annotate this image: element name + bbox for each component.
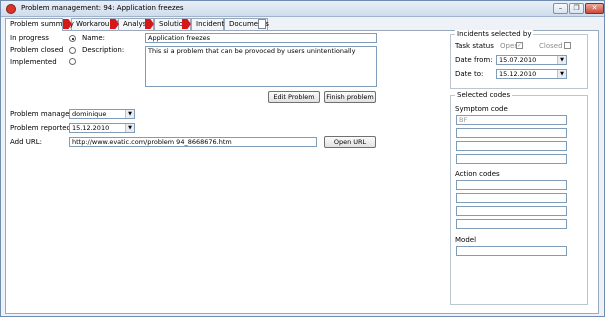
selected-codes-group: Selected codes Symptom code BF Action co… <box>450 91 588 305</box>
status-closed-radio[interactable] <box>69 47 76 54</box>
symptom-code-field-2[interactable] <box>456 128 567 138</box>
problem-manager-label: Problem manager <box>10 110 73 118</box>
incidents-filter-group: Incidents selected by Task status Open ✓… <box>450 30 588 89</box>
date-to-label: Date to: <box>455 70 484 78</box>
action-code-field-1[interactable] <box>456 180 567 190</box>
url-field[interactable]: http://www.evatic.com/problem 94_8668676… <box>69 137 317 147</box>
status-closed-label: Problem closed <box>10 46 64 54</box>
model-label: Model <box>455 236 477 244</box>
model-field[interactable] <box>456 246 567 256</box>
name-field[interactable]: Application freezes <box>145 33 377 43</box>
date-from-value: 15.07.2010 <box>499 56 537 64</box>
tab-problem-summary[interactable]: Problem summary <box>5 18 74 31</box>
status-in-progress-radio[interactable] <box>69 35 76 42</box>
date-from-label: Date from: <box>455 56 493 64</box>
date-from-picker[interactable]: 15.07.2010 ▼ <box>496 55 567 65</box>
minimize-button[interactable]: – <box>553 3 568 14</box>
page-icon <box>258 19 266 29</box>
problem-management-window: Problem management: 94: Application free… <box>0 0 605 317</box>
app-logo-icon <box>6 4 16 14</box>
problem-manager-value: dominique <box>72 110 107 118</box>
task-status-label: Task status <box>455 42 494 50</box>
closed-checkbox[interactable] <box>564 42 571 49</box>
window-title: Problem management: 94: Application free… <box>21 4 184 12</box>
action-code-field-2[interactable] <box>456 193 567 203</box>
closed-label: Closed <box>539 42 563 50</box>
status-in-progress-label: In progress <box>10 34 49 42</box>
problem-manager-select[interactable]: dominique ▼ <box>69 109 135 119</box>
chevron-down-icon[interactable]: ▼ <box>125 110 134 118</box>
date-to-picker[interactable]: 15.12.2010 ▼ <box>496 69 567 79</box>
symptom-code-field-4[interactable] <box>456 154 567 164</box>
date-to-value: 15.12.2010 <box>499 70 537 78</box>
problem-reported-date[interactable]: 15.12.2010 ▼ <box>69 123 135 133</box>
chevron-down-icon[interactable]: ▼ <box>557 56 566 64</box>
symptom-code-field-3[interactable] <box>456 141 567 151</box>
chevron-down-icon[interactable]: ▼ <box>557 70 566 78</box>
description-label: Description: <box>82 46 125 54</box>
incidents-filter-title: Incidents selected by <box>455 30 534 38</box>
open-url-button[interactable]: Open URL <box>324 136 376 148</box>
problem-reported-label: Problem reported: <box>10 124 74 132</box>
symptom-code-label: Symptom code <box>455 105 508 113</box>
action-code-field-4[interactable] <box>456 219 567 229</box>
title-bar: Problem management: 94: Application free… <box>1 1 604 17</box>
tab-incidents[interactable]: Incidents <box>191 18 228 30</box>
close-button[interactable]: ✕ <box>585 3 604 14</box>
status-implemented-label: Implemented <box>10 58 57 66</box>
open-checkbox[interactable]: ✓ <box>516 42 523 49</box>
edit-problem-button[interactable]: Edit Problem <box>268 91 320 103</box>
finish-problem-button[interactable]: Finish problem <box>324 91 376 103</box>
name-label: Name: <box>82 34 106 42</box>
restore-button[interactable]: ❐ <box>569 3 584 14</box>
selected-codes-title: Selected codes <box>455 91 513 99</box>
action-code-field-3[interactable] <box>456 206 567 216</box>
chevron-down-icon[interactable]: ▼ <box>125 124 134 132</box>
add-url-label: Add URL: <box>10 138 43 146</box>
status-implemented-radio[interactable] <box>69 58 76 65</box>
action-codes-label: Action codes <box>455 170 500 178</box>
problem-summary-panel: In progress Problem closed Implemented N… <box>5 30 599 314</box>
description-field[interactable]: This si a problem that can be provoced b… <box>145 46 377 87</box>
problem-reported-value: 15.12.2010 <box>72 124 110 132</box>
symptom-code-field-1[interactable]: BF <box>456 115 567 125</box>
